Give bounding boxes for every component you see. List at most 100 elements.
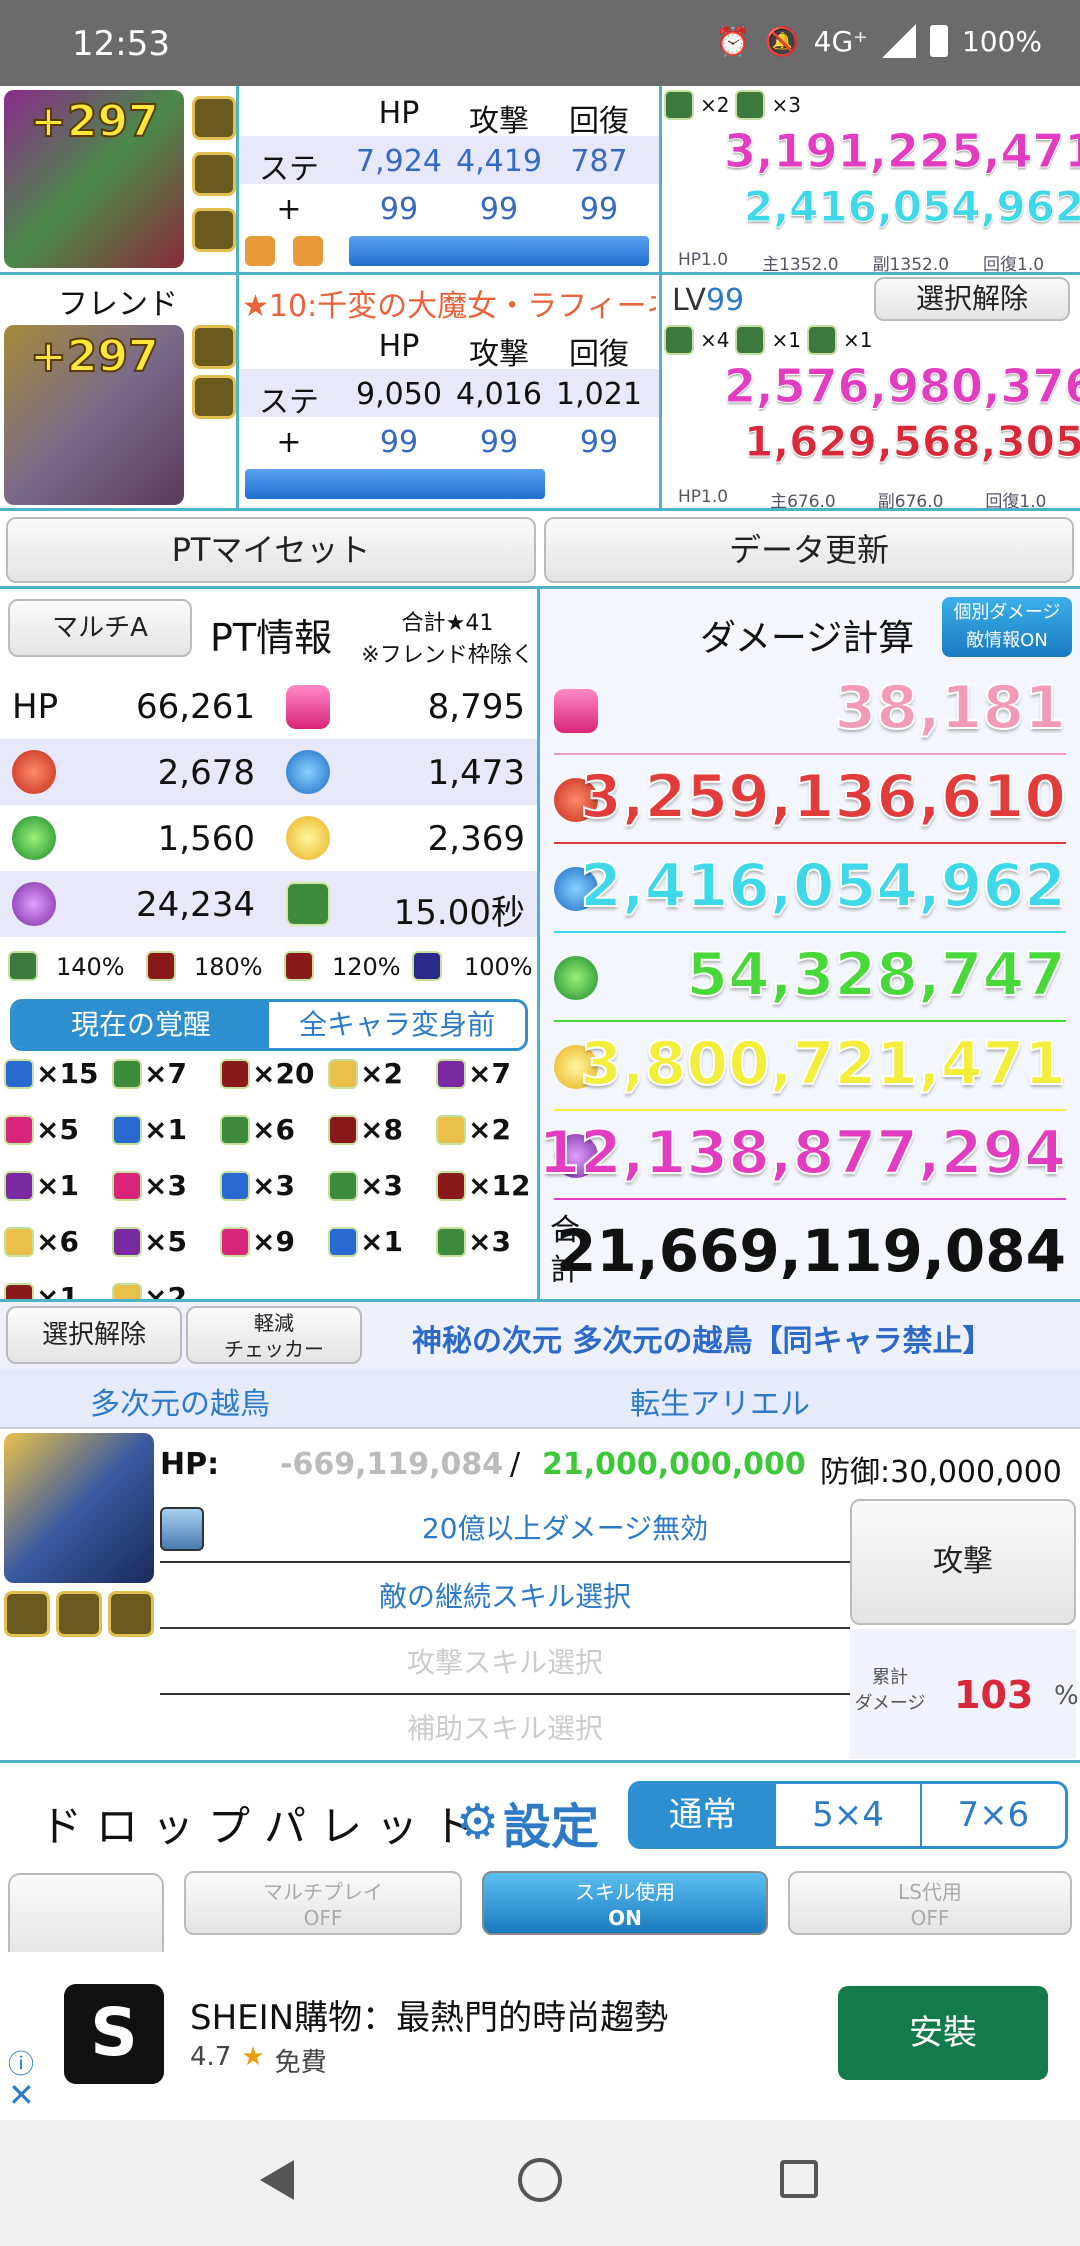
friend-row: フレンド +297 ★10:千変の大魔女・ラフィーネ HP 攻撃 回復 ステ 9… [0, 275, 1080, 512]
enemy-hp-label: HP: [160, 1447, 220, 1482]
awakening-count: ×2 [436, 1113, 511, 1146]
current-awakening-tab[interactable]: 現在の覚醒 [13, 1002, 269, 1048]
hp-header: HP [378, 329, 420, 364]
rcv-header: 回復 [569, 104, 629, 139]
enemy-tab-1[interactable]: 多次元の越鳥 [0, 1379, 360, 1423]
nav-bar [0, 2120, 1080, 2246]
damage-title: ダメージ計算 [700, 618, 915, 659]
friend-deselect-button[interactable]: 選択解除 [874, 277, 1070, 321]
water-damage-value: 2,416,054,962 [579, 850, 1067, 922]
enemy-support-skill-select[interactable]: 補助スキル選択 [160, 1707, 850, 1747]
individual-damage-badge[interactable]: 個別ダメージ 敵情報ON [942, 597, 1072, 657]
pt-row-fire-water: 2,678 1,473 [0, 739, 537, 805]
awakening-icon [220, 1058, 250, 1089]
damage-row-divider [554, 931, 1066, 933]
light-damage-value: 3,800,721,471 [579, 1028, 1067, 1100]
recents-icon[interactable] [780, 2160, 818, 2198]
ste-label: ステ [259, 385, 319, 420]
signal-icon [881, 24, 916, 58]
ad-banner: S SHEIN購物：最熱門的時尚趨勢 4.7 ★ 免費 安裝 ⓘ ✕ [0, 1952, 1080, 2120]
attack-button[interactable]: 攻撃 [850, 1499, 1076, 1625]
plus-label: + [276, 192, 302, 227]
atk-header: 攻撃 [469, 337, 529, 372]
pt-row-hp: HP 66,261 8,795 [0, 673, 537, 739]
awakening-mode-toggle: 現在の覚醒 全キャラ変身前 [10, 999, 528, 1051]
ad-close-icon[interactable]: ✕ [8, 2076, 35, 2114]
enemy-tab-2[interactable]: 転生アリエル [540, 1379, 900, 1423]
pt-myset-button[interactable]: PTマイセット [6, 517, 536, 583]
awakening-count: ×20 [220, 1057, 314, 1090]
palette-title: ドロップパレット [40, 1802, 489, 1851]
awakening-icon [735, 90, 766, 120]
rcv-header: 回復 [569, 337, 629, 372]
awakening-icon [436, 1114, 466, 1145]
damage-row-divider [554, 1198, 1066, 1200]
water-orb-icon [286, 750, 330, 794]
status-time: 12:53 [72, 24, 170, 64]
atk-header: 攻撃 [469, 104, 529, 139]
friend-name: ★10:千変の大魔女・ラフィーネ [242, 289, 656, 324]
heart-damage-value: 38,181 [833, 672, 1067, 744]
enemy-deselect-button[interactable]: 選択解除 [6, 1306, 182, 1364]
multi-select-button[interactable]: マルチA [8, 599, 192, 657]
settings-button[interactable]: ⚙ 設定 [456, 1787, 599, 1857]
resist-icon [284, 951, 314, 981]
wood-orb-icon [554, 956, 598, 1000]
damage-panel: ダメージ計算 個別ダメージ 敵情報ON 38,181 3,259,136,610 2,… [537, 589, 1080, 1299]
data-update-button[interactable]: データ更新 [544, 517, 1074, 583]
awakening-icon [664, 90, 694, 120]
ad-app-logo[interactable]: S [64, 1984, 164, 2084]
enemy-hp-max: 21,000,000,000 [542, 1447, 806, 1482]
awakening-icon [192, 96, 236, 140]
dark-damage-value: 12,138,877,294 [537, 1117, 1067, 1189]
mode-5x4[interactable]: 5×4 [774, 1784, 919, 1846]
gear-icon: ⚙ [456, 1794, 500, 1850]
home-icon[interactable] [518, 2158, 562, 2202]
awakening-icon [112, 1170, 142, 1201]
multiplay-toggle[interactable]: マルチプレイ OFF [184, 1871, 462, 1935]
awakening-count: ×1 [328, 1225, 403, 1258]
back-icon[interactable] [260, 2160, 294, 2200]
awakening-count: ×1 [112, 1113, 187, 1146]
enemy-body: HP: -669,119,084 / 21,000,000,000 防御:30,… [0, 1429, 1080, 1763]
pt-row-dark-time: 24,234 15.00秒 [0, 871, 537, 937]
plus-rcv: 99 [579, 192, 619, 227]
friend-portrait[interactable]: +297 [4, 325, 184, 505]
reduction-checker-button[interactable]: 軽減 チェッカー [186, 1306, 362, 1364]
leader-stat-table: HP 攻撃 回復 ステ 7,924 4,419 787 + 99 99 99 [239, 86, 659, 275]
awakening-icon [436, 1226, 466, 1257]
heart-orb-icon [554, 689, 598, 733]
friend-awk-counts: ×4 ×1 ×1 [664, 325, 872, 355]
drop-palette: ドロップパレット ⚙ 設定 通常 5×4 7×6 マルチプレイ OFF スキル使用 O… [0, 1763, 1080, 1963]
resist-icon [8, 951, 38, 981]
friend-damage-1: 2,576,980,376 [724, 359, 1080, 414]
leader-portrait[interactable]: +297 [4, 90, 184, 268]
awakening-count: ×15 [4, 1057, 98, 1090]
awakening-icon [436, 1170, 466, 1201]
pt-total-star: 合計★41 ※フレンド枠除く [361, 611, 534, 668]
enemy-attack-skill-select[interactable]: 攻撃スキル選択 [160, 1641, 850, 1681]
resist-icon [412, 951, 442, 981]
palette-empty-slot[interactable] [8, 1873, 164, 1963]
ad-title[interactable]: SHEIN購物：最熱門的時尚趨勢 [190, 1990, 668, 2039]
skill-bar [245, 469, 545, 499]
ad-install-button[interactable]: 安裝 [838, 1986, 1048, 2080]
mode-normal[interactable]: 通常 [631, 1784, 775, 1846]
skill-use-toggle[interactable]: スキル使用 ON [482, 1871, 768, 1935]
mode-7x6[interactable]: 7×6 [919, 1784, 1065, 1846]
ls-substitute-toggle[interactable]: LS代用 OFF [788, 1871, 1072, 1935]
enemy-portrait[interactable] [4, 1433, 154, 1583]
pre-transform-tab[interactable]: 全キャラ変身前 [269, 1002, 525, 1048]
enemy-defense: 防御:30,000,000 [820, 1455, 1062, 1490]
leader-damage-2: 2,416,054,962 [743, 182, 1080, 232]
awakening-icon [328, 1170, 358, 1201]
hp-header: HP [378, 96, 420, 131]
fire-orb-icon [12, 750, 56, 794]
awakening-icon [4, 1226, 34, 1257]
awakening-count: ×6 [4, 1225, 79, 1258]
awakening-icon [328, 1226, 358, 1257]
enemy-continuous-skill-select[interactable]: 敵の継続スキル選択 [160, 1575, 850, 1615]
friend-label: フレンド [58, 287, 178, 322]
awakening-count: ×12 [436, 1169, 530, 1202]
awakening-icon [192, 152, 236, 196]
